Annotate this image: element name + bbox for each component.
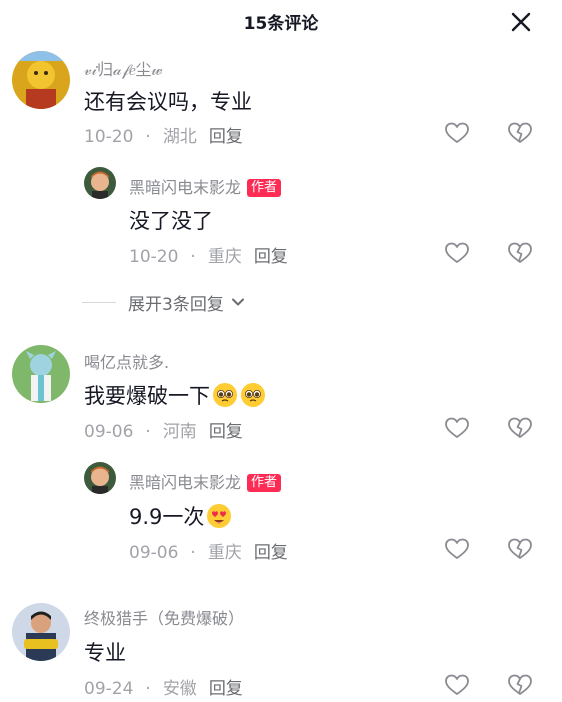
comment-meta: 09-06 · 重庆 回复 <box>129 538 288 563</box>
separator-dot: · <box>190 543 196 563</box>
comment-text: 9.9一次 <box>129 501 232 531</box>
comment-date: 09-06 <box>129 543 179 563</box>
reply-button[interactable]: 回复 <box>209 127 243 147</box>
avatar[interactable] <box>84 167 116 199</box>
comment-meta: 10-20 · 湖北 回复 <box>84 122 243 147</box>
separator-dot: · <box>145 422 151 442</box>
comments-count-title: 15条评论 <box>243 14 319 34</box>
comment-date: 10-20 <box>129 247 179 267</box>
pleading-face-emoji-icon <box>213 383 237 407</box>
reply-button[interactable]: 回复 <box>254 543 288 563</box>
author-name[interactable]: 黑暗闪电末影龙 <box>129 178 241 197</box>
comment-text: 还有会议吗，专业 <box>84 90 252 114</box>
avatar[interactable] <box>12 51 70 109</box>
comment-text-content: 9.9一次 <box>129 505 205 529</box>
comment-date: 09-06 <box>84 422 134 442</box>
comment-author[interactable]: 黑暗闪电末影龙 作者 <box>129 469 282 493</box>
comments-header: 15条评论 <box>0 0 562 40</box>
comment-meta: 10-20 · 重庆 回复 <box>129 242 288 267</box>
comment-text: 专业 <box>84 641 126 665</box>
comment-author[interactable]: 终极猎手（免费爆破） <box>84 605 244 629</box>
heart-outline-icon[interactable] <box>443 414 471 442</box>
reply-button[interactable]: 回复 <box>254 247 288 267</box>
comment-location: 重庆 <box>207 543 242 563</box>
comment-author[interactable]: 𝓋𝒾归𝒶𝒻𝑒尘𝓌 <box>84 56 163 80</box>
author-badge: 作者 <box>247 474 282 492</box>
heart-eyes-emoji-icon <box>207 504 232 528</box>
broken-heart-icon[interactable] <box>506 535 534 563</box>
comment-location: 河南 <box>162 422 197 442</box>
chevron-down-icon[interactable] <box>230 294 246 310</box>
avatar[interactable] <box>84 462 116 494</box>
separator-dot: · <box>145 127 151 147</box>
comment-meta: 09-24 · 安徽 回复 <box>84 674 243 699</box>
comment-location: 安徽 <box>162 679 197 699</box>
comment-text-content: 我要爆破一下 <box>84 384 210 408</box>
author-name[interactable]: 黑暗闪电末影龙 <box>129 473 241 492</box>
comment-location: 重庆 <box>207 247 242 267</box>
expand-divider <box>82 301 116 303</box>
broken-heart-icon[interactable] <box>506 671 534 699</box>
comment-location: 湖北 <box>162 127 197 147</box>
reply-button[interactable]: 回复 <box>209 422 243 442</box>
reply-button[interactable]: 回复 <box>209 679 243 699</box>
avatar[interactable] <box>12 345 70 403</box>
avatar[interactable] <box>12 603 70 661</box>
separator-dot: · <box>145 679 151 699</box>
broken-heart-icon[interactable] <box>506 239 534 267</box>
comment-date: 09-24 <box>84 679 134 699</box>
broken-heart-icon[interactable] <box>506 414 534 442</box>
broken-heart-icon[interactable] <box>506 119 534 147</box>
comment-date: 10-20 <box>84 127 134 147</box>
comment-author[interactable]: 黑暗闪电末影龙 作者 <box>129 174 282 198</box>
expand-replies-label[interactable]: 展开3条回复 <box>128 290 224 315</box>
comment-text: 没了没了 <box>129 209 213 233</box>
heart-outline-icon[interactable] <box>443 671 471 699</box>
heart-outline-icon[interactable] <box>443 535 471 563</box>
comment-meta: 09-06 · 河南 回复 <box>84 417 243 442</box>
comment-author[interactable]: 喝亿点就多. <box>84 349 169 373</box>
heart-outline-icon[interactable] <box>443 239 471 267</box>
comment-text: 我要爆破一下 <box>84 380 266 410</box>
author-badge: 作者 <box>247 179 282 197</box>
pleading-face-emoji-icon <box>241 383 265 407</box>
expand-replies-button[interactable]: 展开3条回复 <box>82 290 246 315</box>
heart-outline-icon[interactable] <box>443 119 471 147</box>
close-icon[interactable] <box>508 9 534 35</box>
separator-dot: · <box>190 247 196 267</box>
